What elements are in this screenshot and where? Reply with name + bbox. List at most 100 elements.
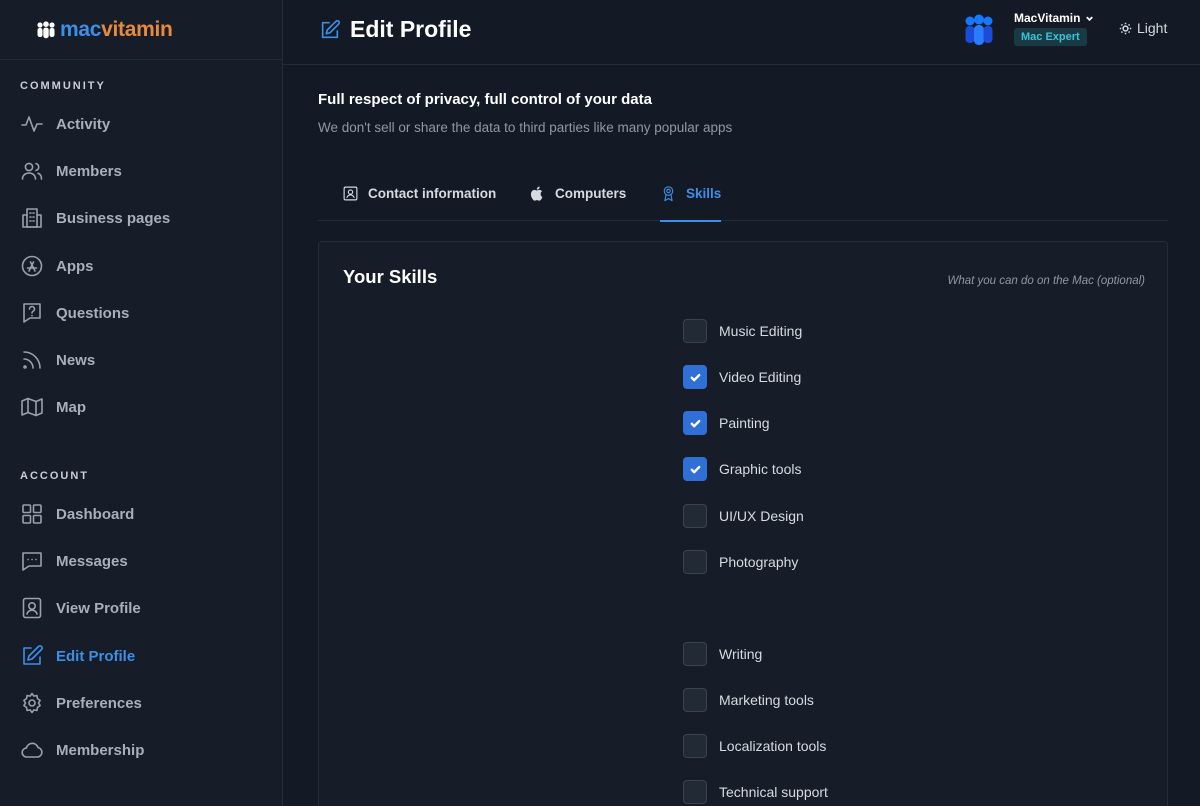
tab-computers[interactable]: Computers [529, 174, 626, 221]
skill-label: Music Editing [719, 323, 803, 339]
profile-icon [22, 597, 42, 619]
skill-graphic-tools[interactable]: Graphic tools [683, 457, 801, 481]
check-icon [690, 465, 700, 473]
gear-icon [23, 692, 41, 714]
skill-checkbox[interactable] [683, 504, 707, 528]
skill-marketing-tools[interactable]: Marketing tools [683, 688, 814, 712]
skill-localization-tools[interactable]: Localization tools [683, 734, 826, 758]
sidebar-item-label: Members [56, 162, 122, 180]
sidebar-item-label: News [56, 351, 96, 369]
award-icon [663, 186, 674, 202]
cloud-icon [21, 742, 43, 758]
sidebar-item-business-pages[interactable]: Business pages [20, 203, 170, 233]
theme-toggle-label: Light [1137, 20, 1168, 36]
sidebar-item-questions[interactable]: Questions [20, 298, 129, 328]
skill-checkbox[interactable] [683, 734, 707, 758]
tab-skills[interactable]: Skills [660, 174, 722, 222]
sidebar-item-preferences[interactable]: Preferences [20, 688, 142, 718]
top-header: Edit Profile MacVitamin Mac Expert Light [283, 0, 1200, 65]
skill-label: UI/UX Design [719, 508, 804, 524]
map-icon [21, 397, 43, 417]
sidebar-item-label: View Profile [56, 599, 141, 617]
user-menu[interactable]: MacVitamin [1014, 11, 1095, 25]
page-title-text: Edit Profile [350, 16, 472, 42]
privacy-title: Full respect of privacy, full control of… [318, 91, 652, 108]
sidebar-item-label: Preferences [56, 694, 142, 712]
edit-icon [23, 645, 43, 665]
skill-label: Photography [719, 554, 799, 570]
sidebar-item-dashboard[interactable]: Dashboard [20, 499, 134, 529]
skill-label: Localization tools [719, 738, 827, 754]
sidebar-item-apps[interactable]: Apps [20, 251, 94, 281]
skill-painting[interactable]: Painting [683, 411, 770, 435]
brand-name-part2: vitamin [101, 17, 173, 41]
logo-icon [37, 20, 55, 38]
users-icon [21, 162, 43, 180]
skill-music-editing[interactable]: Music Editing [683, 319, 802, 343]
sidebar-item-label: Dashboard [56, 505, 135, 523]
contact-card-icon [343, 186, 358, 201]
skill-checkbox[interactable] [683, 457, 707, 481]
sidebar-item-view-profile[interactable]: View Profile [20, 593, 141, 623]
building-icon [22, 208, 42, 228]
chevron-down-icon [1086, 15, 1094, 21]
skill-writing[interactable]: Writing [683, 642, 762, 666]
message-icon [22, 552, 42, 571]
tab-label: Computers [555, 186, 627, 201]
skill-checkbox[interactable] [683, 365, 707, 389]
skill-label: Graphic tools [719, 461, 802, 477]
skill-checkbox[interactable] [683, 642, 707, 666]
skill-ui-ux-design[interactable]: UI/UX Design [683, 504, 804, 528]
sidebar-item-news[interactable]: News [20, 345, 95, 375]
skills-card-title: Your Skills [343, 266, 438, 287]
skill-checkbox[interactable] [683, 411, 707, 435]
account-section-title: ACCOUNT [20, 470, 89, 482]
check-icon [690, 419, 700, 427]
skill-checkbox[interactable] [683, 319, 707, 343]
privacy-subtitle: We don't sell or share the data to third… [318, 120, 733, 135]
profile-tabs: Contact information Computers Skills [318, 174, 1168, 222]
sun-icon [1119, 22, 1132, 34]
user-name: MacVitamin [1014, 11, 1081, 25]
brand-name: macvitamin [60, 18, 173, 42]
apple-icon [530, 186, 543, 201]
sidebar-item-membership[interactable]: Membership [20, 735, 144, 765]
theme-toggle[interactable]: Light [1119, 20, 1167, 36]
tab-contact-information[interactable]: Contact information [342, 174, 496, 221]
skill-checkbox[interactable] [683, 780, 707, 804]
tab-label: Contact information [368, 186, 497, 201]
community-section-title: COMMUNITY [20, 80, 106, 92]
page-title: Edit Profile [319, 16, 471, 43]
sidebar-item-label: Messages [56, 552, 128, 570]
skills-card: Your Skills What you can do on the Mac (… [318, 241, 1168, 806]
skill-technical-support[interactable]: Technical support [683, 780, 828, 804]
sidebar-item-label: Apps [56, 257, 94, 275]
sidebar-item-label: Activity [56, 115, 111, 133]
activity-icon [21, 116, 43, 132]
sidebar-item-label: Questions [56, 304, 130, 322]
user-badge: Mac Expert [1014, 28, 1087, 46]
brand-name-part1: mac [60, 17, 102, 41]
sidebar-item-messages[interactable]: Messages [20, 546, 128, 576]
app-store-icon [21, 255, 43, 277]
sidebar-item-activity[interactable]: Activity [20, 109, 110, 139]
avatar[interactable] [962, 13, 996, 47]
sidebar: macvitamin COMMUNITY Activity Members Bu… [0, 0, 283, 806]
sidebar-item-edit-profile[interactable]: Edit Profile [20, 641, 135, 671]
question-icon [23, 303, 41, 323]
skill-video-editing[interactable]: Video Editing [683, 365, 801, 389]
brand-logo[interactable]: macvitamin [0, 0, 282, 60]
skill-checkbox[interactable] [683, 550, 707, 574]
skills-card-hint: What you can do on the Mac (optional) [947, 275, 1145, 287]
skill-label: Painting [719, 415, 770, 431]
check-icon [690, 373, 700, 381]
skill-photography[interactable]: Photography [683, 550, 798, 574]
tab-label: Skills [686, 186, 722, 201]
sidebar-item-label: Business pages [56, 209, 171, 227]
skill-label: Writing [719, 646, 763, 662]
skill-label: Video Editing [719, 369, 802, 385]
skill-label: Technical support [719, 784, 828, 800]
skill-checkbox[interactable] [683, 688, 707, 712]
sidebar-item-members[interactable]: Members [20, 156, 122, 186]
sidebar-item-map[interactable]: Map [20, 392, 86, 422]
